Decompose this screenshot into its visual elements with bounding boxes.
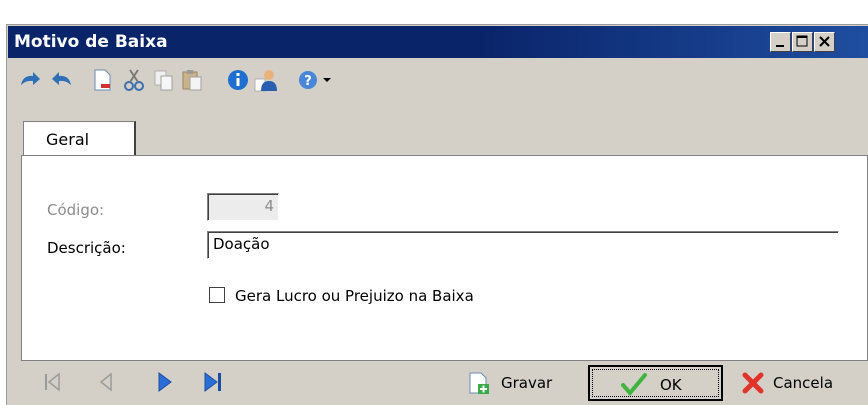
ok-label: OK bbox=[660, 376, 682, 394]
gera-lucro-label[interactable]: Gera Lucro ou Prejuizo na Baixa bbox=[235, 287, 474, 305]
maximize-icon bbox=[796, 35, 808, 47]
minimize-icon bbox=[776, 45, 784, 47]
cancela-label: Cancela bbox=[773, 374, 834, 392]
tab-geral-label: Geral bbox=[46, 130, 90, 149]
first-record-button[interactable] bbox=[39, 367, 69, 397]
maximize-button[interactable] bbox=[792, 32, 813, 52]
copy-button[interactable] bbox=[151, 67, 177, 93]
ok-focus-ring bbox=[592, 369, 719, 397]
info-icon bbox=[228, 70, 248, 90]
cancel-x-icon bbox=[742, 372, 764, 394]
first-record-icon bbox=[45, 372, 60, 392]
gravar-button[interactable]: Gravar bbox=[461, 365, 577, 401]
new-button[interactable] bbox=[89, 67, 115, 93]
previous-record-icon bbox=[99, 372, 112, 392]
descricao-input[interactable]: Doação bbox=[208, 232, 838, 258]
help-dropdown[interactable] bbox=[321, 67, 335, 93]
user-icon bbox=[254, 70, 277, 92]
tab-geral[interactable]: Geral bbox=[23, 121, 136, 156]
svg-text:?: ? bbox=[304, 74, 312, 89]
codigo-field: 4 bbox=[207, 193, 279, 221]
cut-icon bbox=[124, 69, 144, 91]
dialog-window: Motivo de Baixa ? Geral Código: 4 Descri… bbox=[6, 24, 868, 405]
previous-record-button[interactable] bbox=[93, 367, 123, 397]
info-button[interactable] bbox=[225, 67, 251, 93]
undo-icon bbox=[21, 72, 40, 85]
paste-button[interactable] bbox=[179, 67, 205, 93]
close-button[interactable] bbox=[814, 32, 835, 52]
ok-button[interactable]: OK bbox=[588, 365, 723, 401]
descricao-label: Descrição: bbox=[47, 239, 126, 257]
dropdown-arrow-icon bbox=[323, 78, 331, 82]
redo-icon bbox=[52, 72, 71, 85]
title-bar[interactable]: Motivo de Baixa bbox=[8, 26, 868, 58]
redo-button[interactable] bbox=[49, 67, 75, 93]
minimize-button[interactable] bbox=[770, 32, 791, 52]
window-title: Motivo de Baixa bbox=[14, 32, 168, 52]
paste-icon bbox=[182, 70, 202, 91]
user-button[interactable] bbox=[253, 67, 279, 93]
undo-button[interactable] bbox=[17, 67, 43, 93]
toolbar: ? bbox=[7, 59, 868, 99]
copy-icon bbox=[154, 70, 173, 91]
gravar-label: Gravar bbox=[501, 374, 553, 392]
checkmark-icon bbox=[621, 373, 647, 396]
codigo-value: 4 bbox=[208, 194, 278, 220]
close-icon bbox=[819, 36, 830, 47]
help-button[interactable]: ? bbox=[295, 67, 321, 93]
gera-lucro-checkbox[interactable] bbox=[209, 287, 225, 303]
save-icon bbox=[469, 372, 489, 394]
last-record-button[interactable] bbox=[199, 367, 229, 397]
next-record-icon bbox=[158, 372, 172, 392]
new-document-icon bbox=[94, 69, 111, 91]
codigo-label: Código: bbox=[47, 201, 105, 219]
cancela-button[interactable]: Cancela bbox=[735, 365, 861, 401]
descricao-field[interactable]: Doação bbox=[207, 231, 839, 259]
last-record-icon bbox=[204, 372, 221, 392]
next-record-button[interactable] bbox=[149, 367, 179, 397]
cut-button[interactable] bbox=[121, 67, 147, 93]
help-icon: ? bbox=[299, 71, 317, 89]
